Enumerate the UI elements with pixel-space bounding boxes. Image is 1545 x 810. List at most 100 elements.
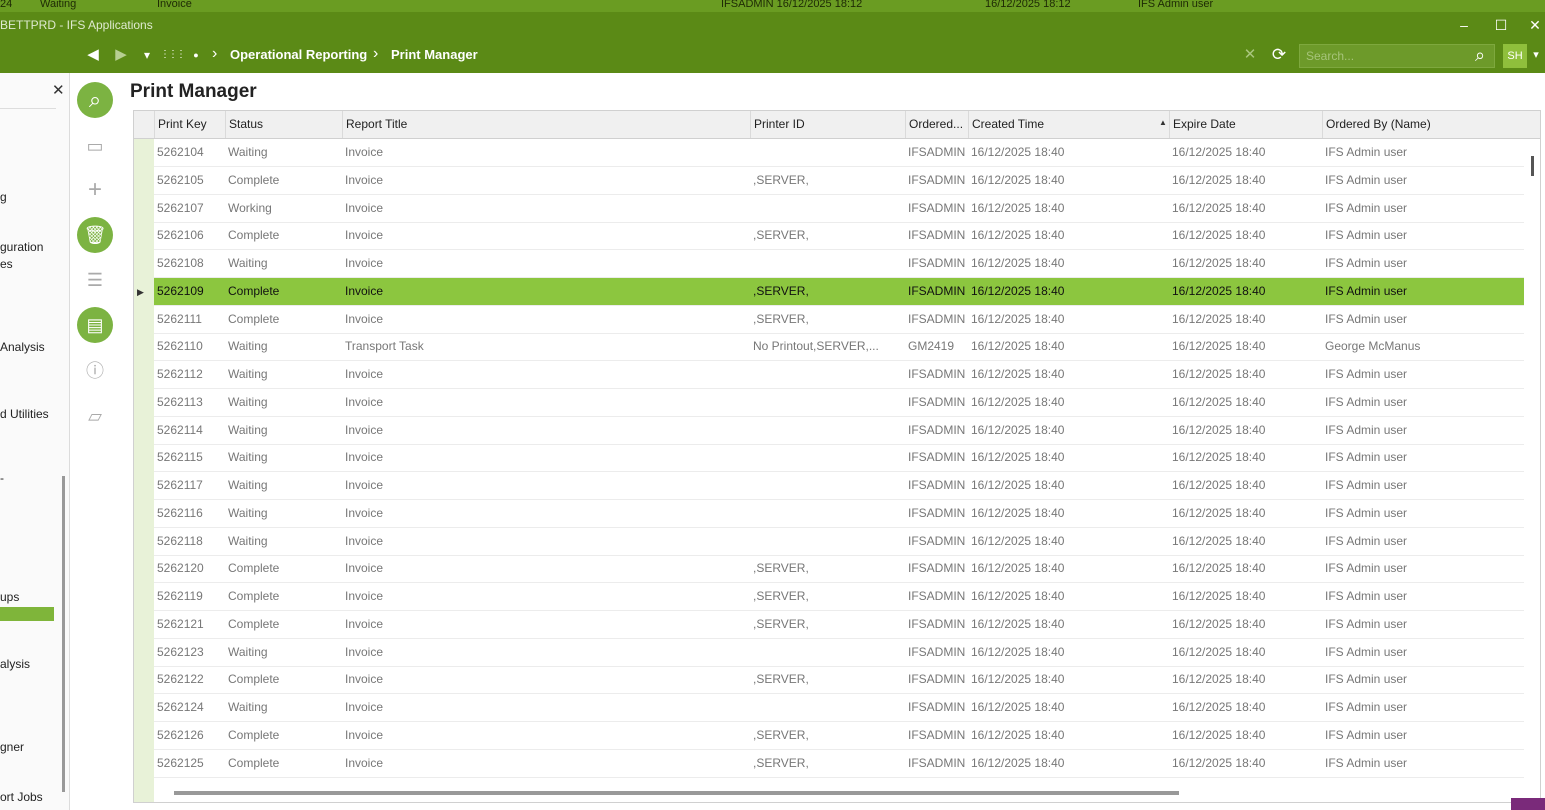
history-dropdown-icon[interactable]: ▾ — [140, 45, 154, 65]
breadcrumb-operational-reporting[interactable]: Operational Reporting — [230, 47, 367, 62]
table-row[interactable]: 5262123 Waiting Invoice IFSADMIN 16/12/2025 … — [154, 639, 1524, 667]
table-cell — [750, 250, 905, 277]
navigator-item[interactable]: d Utilities — [0, 407, 49, 421]
navigator-item[interactable]: es — [0, 257, 13, 271]
navigator-selected-item[interactable] — [0, 607, 54, 621]
table-cell: 16/12/2025 18:40 — [1172, 394, 1266, 409]
save-icon[interactable]: ▭ — [77, 128, 113, 164]
minimize-button[interactable]: – — [1452, 15, 1476, 35]
table-row[interactable]: 5262122 Complete Invoice ,SERVER, IFSADMIN 16… — [154, 666, 1524, 695]
table-cell — [750, 417, 905, 444]
close-window-button[interactable]: ✕ — [1523, 15, 1545, 35]
table-row[interactable]: 5262125 Complete Invoice ,SERVER, IFSADMIN 16… — [154, 750, 1524, 778]
table-cell: Invoice — [345, 367, 384, 381]
breadcrumb-print-manager[interactable]: Print Manager — [391, 47, 478, 62]
column-header[interactable]: Expire Date — [1169, 111, 1322, 138]
search-input[interactable] — [1299, 44, 1495, 68]
table-row[interactable]: 5262119 Complete Invoice ,SERVER, IFSADMIN 16… — [154, 583, 1524, 611]
table-cell: IFS Admin user — [1325, 505, 1408, 520]
table-cell: 16/12/2025 18:40 — [971, 422, 1065, 437]
table-cell: 16/12/2025 18:40 — [1172, 339, 1266, 354]
table-cell: Invoice — [345, 672, 384, 687]
table-row[interactable]: 5262108 Waiting Invoice IFSADMIN 16/12/2025 … — [154, 250, 1524, 278]
forward-icon[interactable]: ▶ — [112, 45, 130, 65]
table-cell: 5262121 — [157, 616, 204, 631]
column-header[interactable]: Printer ID — [750, 111, 905, 138]
info-list-icon[interactable]: ⓘ — [77, 353, 113, 389]
table-cell: 5262110 — [157, 339, 203, 354]
delete-icon[interactable]: 🗑 — [77, 217, 113, 253]
navigator-item[interactable]: Analysis — [0, 340, 45, 354]
column-header[interactable]: Created Time — [968, 111, 1169, 138]
vertical-scrollbar[interactable] — [1531, 156, 1534, 176]
row-selector-gutter[interactable] — [134, 139, 154, 802]
maximize-button[interactable]: ☐ — [1489, 15, 1513, 35]
table-cell: IFS Admin user — [1325, 700, 1408, 714]
table-row[interactable]: 5262112 Waiting Invoice IFSADMIN 16/12/2025 … — [154, 361, 1524, 389]
refresh-icon[interactable]: ⟳ — [1269, 45, 1289, 65]
column-header[interactable]: Ordered By (Name) — [1322, 111, 1522, 138]
search-icon[interactable]: ⌕ — [1470, 45, 1490, 65]
user-menu-caret-icon[interactable]: ▾ — [1530, 45, 1542, 65]
table-row[interactable]: 5262105 Complete Invoice ,SERVER, IFSADMIN 16… — [154, 167, 1524, 195]
column-header[interactable]: Print Key — [154, 111, 225, 138]
navigator-scrollbar[interactable] — [62, 476, 65, 792]
table-cell: Invoice — [345, 283, 384, 298]
table-row[interactable]: 5262107 Working Invoice IFSADMIN 16/12/2025 … — [154, 195, 1524, 223]
table-row[interactable]: 5262110 Waiting Transport Task No Printout,… — [154, 333, 1524, 362]
bookmark-dot-icon[interactable]: ● — [190, 45, 202, 65]
table-cell: 16/12/2025 18:40 — [1172, 672, 1266, 687]
table-cell: 16/12/2025 18:40 — [971, 505, 1065, 520]
column-header[interactable]: Status — [225, 111, 342, 138]
clear-icon[interactable]: ✕ — [1240, 45, 1260, 65]
table-cell: IFS Admin user — [1325, 172, 1408, 187]
table-row[interactable]: 5262109 Complete Invoice ,SERVER, IFSADMIN 16… — [154, 277, 1524, 306]
table-cell: 5262116 — [157, 505, 203, 520]
table-row[interactable]: 5262113 Waiting Invoice IFSADMIN 16/12/2025 … — [154, 389, 1524, 417]
avatar[interactable]: SH — [1503, 44, 1527, 68]
table-row[interactable]: 5262106 Complete Invoice ,SERVER, IFSADMIN 16… — [154, 222, 1524, 251]
navigator-item[interactable]: g — [0, 190, 7, 204]
table-row[interactable]: 5262118 Waiting Invoice IFSADMIN 16/12/2025 … — [154, 528, 1524, 556]
table-row[interactable]: 5262115 Waiting Invoice IFSADMIN 16/12/2025 … — [154, 444, 1524, 473]
back-icon[interactable]: ◀ — [84, 45, 102, 65]
navigator-item[interactable]: ort Jobs — [0, 790, 43, 804]
navigator-item[interactable]: - — [0, 471, 4, 485]
table-cell: Invoice — [345, 422, 384, 437]
table-cell: Complete — [228, 283, 280, 298]
navigator-item[interactable]: alysis — [0, 657, 30, 671]
table-cell: Waiting — [228, 505, 268, 520]
table-cell — [750, 694, 905, 721]
table-cell: 16/12/2025 18:40 — [1172, 505, 1266, 520]
column-header[interactable]: Report Title — [342, 111, 750, 138]
table-cell: IFS Admin user — [1325, 727, 1408, 742]
apps-grid-icon[interactable]: ⋮⋮⋮ — [160, 45, 186, 65]
strip-text: Invoice — [157, 0, 192, 10]
table-row[interactable]: 5262121 Complete Invoice ,SERVER, IFSADMIN 16… — [154, 611, 1524, 639]
list-icon[interactable]: ☰ — [77, 262, 113, 298]
table-row[interactable]: 5262117 Waiting Invoice IFSADMIN 16/12/2025 … — [154, 472, 1524, 500]
note-icon[interactable]: ▱ — [77, 398, 113, 434]
table-cell: 16/12/2025 18:40 — [971, 616, 1065, 631]
table-row[interactable]: 5262116 Waiting Invoice IFSADMIN 16/12/2025 … — [154, 500, 1524, 528]
title-bar: BETTPRD - IFS Applications – ☐ ✕ — [0, 12, 1545, 38]
navigator-item[interactable]: gner — [0, 740, 24, 754]
horizontal-scrollbar[interactable] — [174, 791, 1179, 795]
table-row[interactable]: 5262120 Complete Invoice ,SERVER, IFSADMIN 16… — [154, 555, 1524, 584]
table-cell: Waiting — [228, 256, 268, 270]
search-icon[interactable]: ⌕ — [77, 82, 113, 118]
close-icon[interactable]: ✕ — [52, 81, 65, 99]
column-header[interactable]: Ordered... — [905, 111, 968, 138]
table-cell: 16/12/2025 18:40 — [1172, 200, 1266, 215]
table-row[interactable]: 5262111 Complete Invoice ,SERVER, IFSADMIN 16… — [154, 306, 1524, 334]
navigator-item[interactable]: guration — [0, 240, 43, 254]
table-row[interactable]: 5262124 Waiting Invoice IFSADMIN 16/12/2025 … — [154, 694, 1524, 722]
table-row[interactable]: 5262126 Complete Invoice ,SERVER, IFSADMIN 16… — [154, 722, 1524, 750]
add-icon[interactable]: + — [77, 172, 113, 208]
table-row[interactable]: 5262114 Waiting Invoice IFSADMIN 16/12/2025 … — [154, 417, 1524, 445]
table-cell: IFSADMIN — [908, 533, 966, 548]
details-icon[interactable]: ▤ — [77, 307, 113, 343]
navigator-item[interactable]: ups — [0, 590, 19, 604]
table-row[interactable]: 5262104 Waiting Invoice IFSADMIN 16/12/2025 … — [154, 139, 1524, 167]
divider — [0, 108, 56, 109]
